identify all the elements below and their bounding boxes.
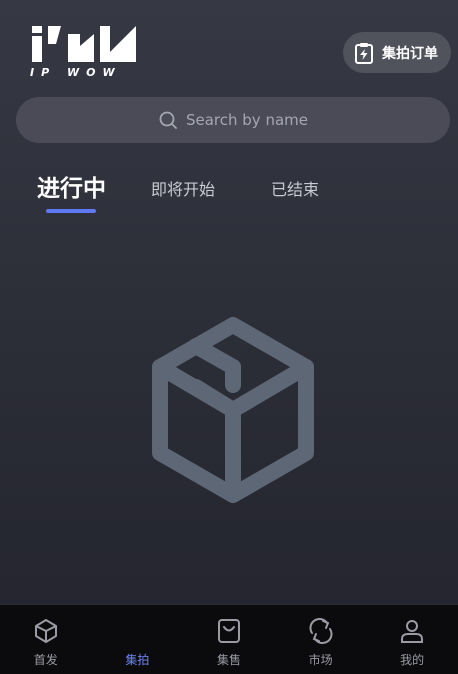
tab-label: 已结束 <box>271 180 320 199</box>
auction-orders-label: 集拍订单 <box>382 45 438 62</box>
tab-ended[interactable]: 已结束 <box>271 176 319 200</box>
auction-orders-button[interactable]: 集拍订单 <box>343 32 451 73</box>
refresh-icon <box>309 618 333 644</box>
nav-item-market[interactable]: 市场 <box>275 605 367 674</box>
nav-label: 市场 <box>308 653 333 667</box>
nav-item-auction[interactable]: 集拍 <box>92 605 184 674</box>
nav-item-profile[interactable]: 我的 <box>366 605 458 674</box>
search-icon <box>159 111 177 129</box>
auction-icon <box>123 617 151 645</box>
search-input[interactable]: Search by name <box>16 97 450 143</box>
nav-label: 集售 <box>216 653 241 667</box>
nav-label: 首发 <box>33 653 58 667</box>
logo-subtitle: IP WOW <box>30 66 122 79</box>
nav-label: 我的 <box>400 653 425 667</box>
search-placeholder: Search by name <box>185 111 308 129</box>
tab-in-progress[interactable]: 进行中 <box>37 169 106 203</box>
tab-active-indicator <box>46 209 96 213</box>
empty-box-icon <box>152 317 314 503</box>
bottom-nav: 首发 集拍 集售 市场 我的 <box>0 604 458 674</box>
tab-label: 进行中 <box>37 176 106 202</box>
user-icon <box>401 620 424 643</box>
clipboard-bolt-icon <box>355 42 373 64</box>
tab-label: 即将开始 <box>151 180 216 199</box>
nav-item-sale[interactable]: 集售 <box>183 605 275 674</box>
tab-upcoming[interactable]: 即将开始 <box>151 176 215 200</box>
tab-bar: 进行中 即将开始 已结束 <box>0 166 458 226</box>
bag-icon <box>217 619 240 643</box>
nav-label: 集拍 <box>125 653 150 667</box>
nav-item-first-release[interactable]: 首发 <box>0 605 92 674</box>
box-icon <box>34 619 57 643</box>
